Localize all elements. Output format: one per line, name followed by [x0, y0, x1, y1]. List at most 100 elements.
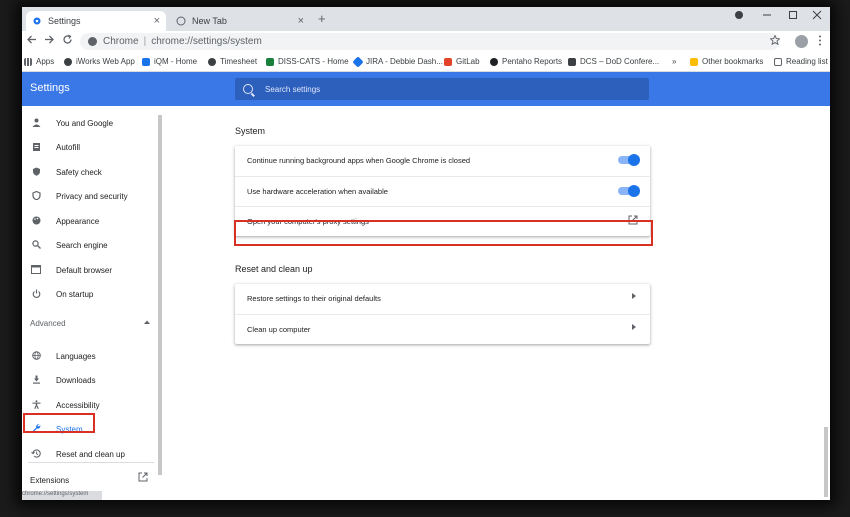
bookmark-dcs[interactable]: DCS – DoD Confere... [568, 57, 659, 66]
overflow-chevron-icon: » [672, 57, 677, 66]
status-bar: chrome://settings/system [22, 491, 102, 500]
sidebar-item-appearance[interactable]: Appearance [22, 210, 162, 232]
close-window-icon[interactable] [812, 10, 822, 23]
hardware-acceleration-toggle[interactable] [618, 185, 640, 197]
tab-strip: Settings × New Tab × + [22, 7, 830, 31]
bookmark-label: Reading list [786, 57, 828, 66]
tab-label: New Tab [192, 16, 227, 26]
site-info-icon[interactable] [88, 37, 97, 46]
sidebar-item-safety-check[interactable]: Safety check [22, 161, 162, 183]
url-text[interactable]: chrome://settings/system [151, 36, 262, 47]
browser-toolbar: Chrome | chrome://settings/system [22, 31, 830, 53]
main-scrollbar[interactable] [824, 427, 828, 497]
background-apps-toggle[interactable] [618, 154, 640, 166]
sidebar-item-search-engine[interactable]: Search engine [22, 234, 162, 256]
folder-icon [690, 57, 698, 66]
browser-icon [31, 264, 41, 276]
bookmark-iqm[interactable]: iQM - Home [142, 57, 197, 66]
bookmark-reading-list[interactable]: Reading list [774, 57, 828, 66]
sidebar-item-label: Accessibility [56, 400, 100, 410]
page-title: Settings [30, 82, 70, 94]
settings-header: Settings [22, 72, 830, 106]
search-icon [243, 84, 253, 94]
row-label: Restore settings to their original defau… [247, 294, 381, 303]
extensions-label: Extensions [30, 476, 70, 485]
browser-window: Settings × New Tab × + Chrome | chrome:/… [22, 7, 830, 500]
sidebar-item-autofill[interactable]: Autofill [22, 136, 162, 158]
sidebar-item-you-and-google[interactable]: You and Google [22, 112, 162, 134]
tab-new-tab[interactable]: New Tab × [170, 11, 310, 31]
download-icon [31, 375, 41, 386]
bookmark-timesheet[interactable]: Timesheet [208, 57, 257, 66]
row-hardware-acceleration[interactable]: Use hardware acceleration when available [235, 176, 650, 206]
sidebar-divider [28, 462, 154, 463]
settings-main: System Continue running background apps … [162, 106, 830, 500]
bookmark-diss-cats[interactable]: DISS-CATS - Home [266, 57, 349, 66]
gitlab-icon [444, 57, 452, 66]
sidebar-item-label: Autofill [56, 142, 81, 152]
toggle-knob [628, 154, 640, 166]
bookmark-other[interactable]: Other bookmarks [690, 57, 763, 66]
highlight-box-system [23, 413, 95, 433]
timesheet-icon [208, 57, 216, 66]
bookmark-iworks[interactable]: iWorks Web App [64, 57, 135, 66]
back-icon[interactable] [26, 34, 37, 48]
advanced-label: Advanced [30, 319, 66, 328]
highlight-box-proxy [234, 220, 653, 246]
bookmark-pentaho[interactable]: Pentaho Reports [490, 57, 562, 66]
search-box[interactable] [235, 78, 649, 100]
clipboard-icon [31, 142, 41, 153]
sidebar-item-default-browser[interactable]: Default browser [22, 259, 162, 281]
globe-icon [31, 350, 41, 362]
chevron-right-icon [632, 293, 636, 301]
chevron-right-icon [632, 324, 636, 332]
bookmark-jira[interactable]: JIRA - Debbie Dash... [352, 55, 443, 68]
reload-icon[interactable] [62, 34, 73, 48]
bookmark-apps[interactable]: Apps [24, 57, 54, 66]
bookmark-gitlab[interactable]: GitLab [444, 57, 480, 66]
maximize-icon[interactable] [788, 10, 798, 23]
address-bar[interactable]: Chrome | chrome://settings/system [80, 33, 780, 50]
sidebar-item-languages[interactable]: Languages [22, 345, 162, 367]
minimize-icon[interactable] [762, 10, 772, 23]
menu-kebab-icon[interactable] [818, 35, 822, 49]
pentaho-icon [490, 57, 498, 66]
tab-close-icon[interactable]: × [154, 15, 160, 27]
sidebar-item-extensions[interactable]: Extensions [30, 472, 148, 485]
tab-settings[interactable]: Settings × [26, 11, 166, 31]
row-restore-defaults[interactable]: Restore settings to their original defau… [235, 284, 650, 314]
sidebar-item-label: Privacy and security [56, 191, 128, 201]
row-label: Use hardware acceleration when available [247, 187, 388, 196]
row-label: Clean up computer [247, 325, 311, 334]
bookmark-label: Apps [36, 57, 55, 66]
chevron-up-icon [144, 319, 150, 326]
sidebar-item-label: On startup [56, 289, 94, 299]
bookmarks-overflow-button[interactable]: » [672, 57, 676, 66]
row-background-apps[interactable]: Continue running background apps when Go… [235, 146, 650, 176]
bookmark-label: Pentaho Reports [502, 57, 563, 66]
url-separator: | [143, 36, 147, 47]
sidebar-item-label: Default browser [56, 265, 113, 275]
sidebar-item-label: You and Google [56, 118, 114, 128]
new-tab-button[interactable]: + [318, 11, 326, 26]
bookmark-star-icon[interactable] [769, 34, 781, 48]
iqm-icon [142, 57, 150, 66]
toggle-knob [628, 185, 640, 197]
advanced-toggle[interactable]: Advanced [30, 319, 150, 328]
sidebar-item-privacy[interactable]: Privacy and security [22, 185, 162, 207]
profile-dot-icon[interactable] [734, 10, 744, 23]
reading-list-icon [774, 57, 782, 66]
section-title-reset: Reset and clean up [235, 264, 313, 274]
bookmark-label: JIRA - Debbie Dash... [366, 57, 443, 66]
tab-label: Settings [48, 16, 81, 26]
sidebar-item-downloads[interactable]: Downloads [22, 369, 162, 391]
tab-close-icon[interactable]: × [298, 15, 304, 27]
search-input[interactable] [263, 83, 627, 95]
avatar[interactable] [795, 35, 808, 48]
forward-icon[interactable] [44, 34, 55, 48]
sidebar-item-label: Reset and clean up [56, 449, 125, 459]
row-clean-up-computer[interactable]: Clean up computer [235, 314, 650, 344]
bookmark-label: GitLab [456, 57, 480, 66]
sidebar-item-on-startup[interactable]: On startup [22, 283, 162, 305]
bookmark-label: iWorks Web App [76, 57, 135, 66]
